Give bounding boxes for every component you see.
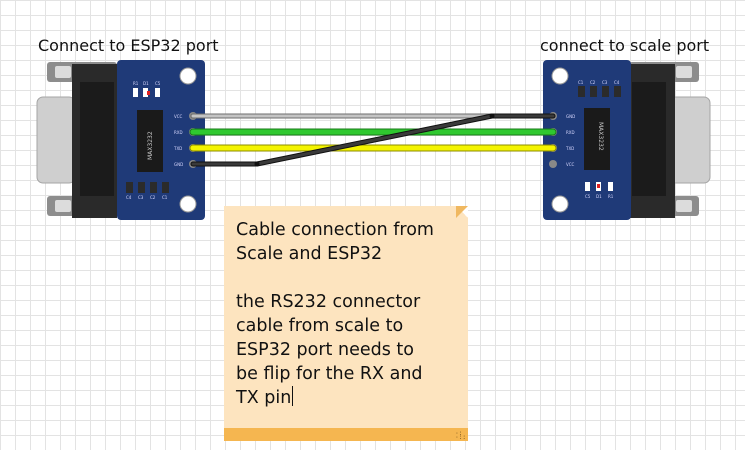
pin-label-txd: TXD bbox=[565, 146, 574, 151]
label-c5: C5 bbox=[155, 81, 161, 86]
pin-label-rxd: RXD bbox=[174, 130, 183, 135]
label-c2: C2 bbox=[590, 80, 596, 85]
right-max3232-module[interactable]: C1 C2 C3 C4 MAX3232 C5 D1 R1 GND RXD TXD… bbox=[543, 60, 631, 220]
note-heading[interactable]: Cable connection from Scale and ESP32 bbox=[236, 218, 466, 266]
text-cursor bbox=[292, 386, 294, 406]
max3232-chip bbox=[584, 108, 610, 170]
label-c5: C5 bbox=[585, 194, 591, 199]
pin-label-vcc: VCC bbox=[566, 162, 575, 167]
pin-label-gnd: GND bbox=[566, 114, 575, 119]
label-c4: C4 bbox=[614, 80, 620, 85]
chip-label: MAX3232 bbox=[597, 122, 604, 151]
label-r1: R1 bbox=[608, 194, 614, 199]
wire-black-gnd[interactable] bbox=[191, 114, 555, 166]
pin-label-rxd: RXD bbox=[566, 130, 575, 135]
label-c2: C2 bbox=[150, 195, 156, 200]
mounting-hole bbox=[551, 67, 569, 85]
sticky-note[interactable]: Cable connection from Scale and ESP32 th… bbox=[224, 206, 468, 441]
pin-label-gnd: GND bbox=[174, 162, 183, 167]
right-db9-connector[interactable] bbox=[629, 62, 711, 218]
pin-label-vcc: VCC bbox=[174, 114, 183, 119]
resize-grip-icon[interactable]: ·: ·:: bbox=[455, 431, 466, 441]
label-r1: R1 bbox=[133, 81, 139, 86]
label-c3: C3 bbox=[602, 80, 608, 85]
note-corner-shadow bbox=[456, 206, 468, 218]
label-c1: C1 bbox=[162, 195, 168, 200]
label-d1: D1 bbox=[596, 194, 602, 199]
label-c4: C4 bbox=[126, 195, 132, 200]
wire-bend-point[interactable] bbox=[254, 161, 260, 167]
mounting-hole bbox=[551, 195, 569, 213]
wires bbox=[189, 113, 557, 167]
left-db9-connector[interactable] bbox=[36, 62, 117, 218]
wire-bend-point[interactable] bbox=[489, 113, 495, 119]
label-d1: D1 bbox=[143, 81, 149, 86]
mounting-hole bbox=[179, 67, 197, 85]
left-max3232-module[interactable]: R1 D1 C5 MAX3232 C4 C3 C2 C1 VCC RXD TXD… bbox=[117, 60, 205, 220]
mounting-hole bbox=[179, 195, 197, 213]
chip-label: MAX3232 bbox=[147, 131, 154, 160]
note-footer-bar bbox=[224, 428, 468, 441]
label-c1: C1 bbox=[578, 80, 584, 85]
note-body-text[interactable]: the RS232 connector cable from scale to … bbox=[236, 292, 423, 408]
note-body[interactable]: the RS232 connector cable from scale to … bbox=[236, 290, 466, 410]
pin-vcc[interactable] bbox=[549, 160, 557, 168]
pin-label-txd: TXD bbox=[173, 146, 182, 151]
label-c3: C3 bbox=[138, 195, 144, 200]
